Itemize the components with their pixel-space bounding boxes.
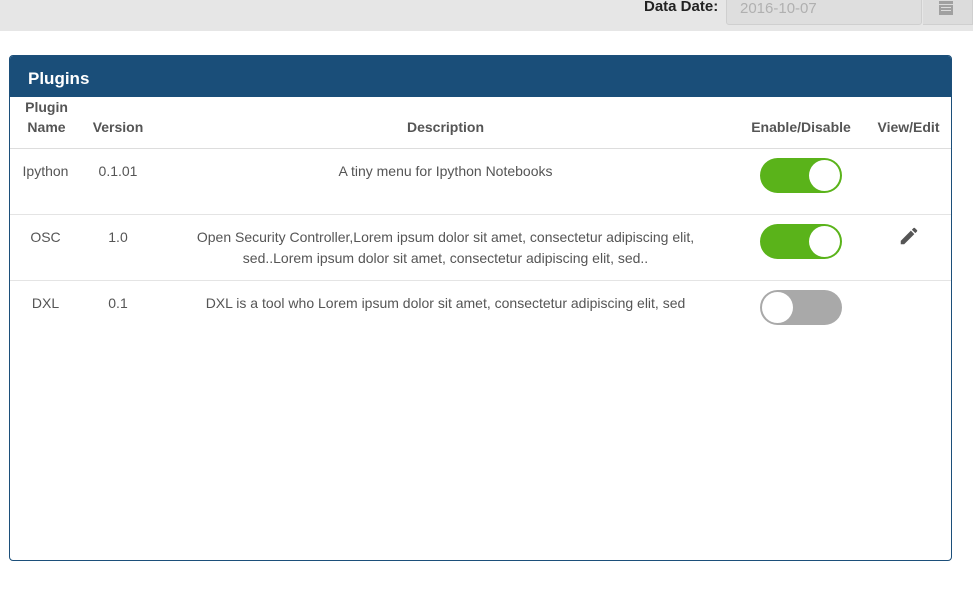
column-header-description: Description [155,97,736,149]
calendar-icon [939,1,953,15]
view-edit-cell [866,148,951,215]
plugin-version: 1.0 [81,214,155,281]
enable-toggle[interactable] [760,158,842,193]
panel-title: Plugins [10,56,951,97]
enable-cell [736,281,866,347]
toggle-knob [809,160,840,191]
pencil-icon[interactable] [898,225,920,247]
top-bar: Data Date: 2016-10-07 [0,0,973,31]
table-row: DXL 0.1 DXL is a tool who Lorem ipsum do… [10,281,951,347]
view-edit-cell [866,214,951,281]
data-date-input[interactable]: 2016-10-07 [726,0,922,25]
column-header-enable-disable: Enable/Disable [736,97,866,149]
toggle-knob [809,226,840,257]
data-date-label: Data Date: [644,0,719,15]
view-edit-cell [866,281,951,347]
plugin-name: Ipython [10,148,81,215]
table-header-row: Plugin Name Version Description Enable/D… [10,97,951,149]
plugin-description-text: Open Security Controller,Lorem ipsum dol… [196,229,695,266]
toggle-knob [762,292,793,323]
enable-cell [736,148,866,215]
plugin-description: A tiny menu for Ipython Notebooks [155,148,736,215]
calendar-button[interactable] [923,0,973,25]
plugin-name: OSC [10,214,81,281]
plugins-panel: Plugins Plugin Name Version Description … [9,55,952,561]
table-row: Ipython 0.1.01 A tiny menu for Ipython N… [10,148,951,215]
plugin-description: Open Security Controller,Lorem ipsum dol… [155,214,736,281]
column-header-view-edit: View/Edit [866,97,951,149]
column-header-version: Version [81,97,155,149]
enable-toggle[interactable] [760,290,842,325]
enable-cell [736,214,866,281]
plugins-table: Plugin Name Version Description Enable/D… [10,97,951,347]
enable-toggle[interactable] [760,224,842,259]
plugin-version: 0.1.01 [81,148,155,215]
table-row: OSC 1.0 Open Security Controller,Lorem i… [10,214,951,281]
plugin-name: DXL [31,295,60,311]
column-header-plugin-name: Plugin Name [10,97,81,149]
plugin-version: 0.1 [108,295,128,311]
plugin-description: DXL is a tool who Lorem ipsum dolor sit … [205,295,686,311]
